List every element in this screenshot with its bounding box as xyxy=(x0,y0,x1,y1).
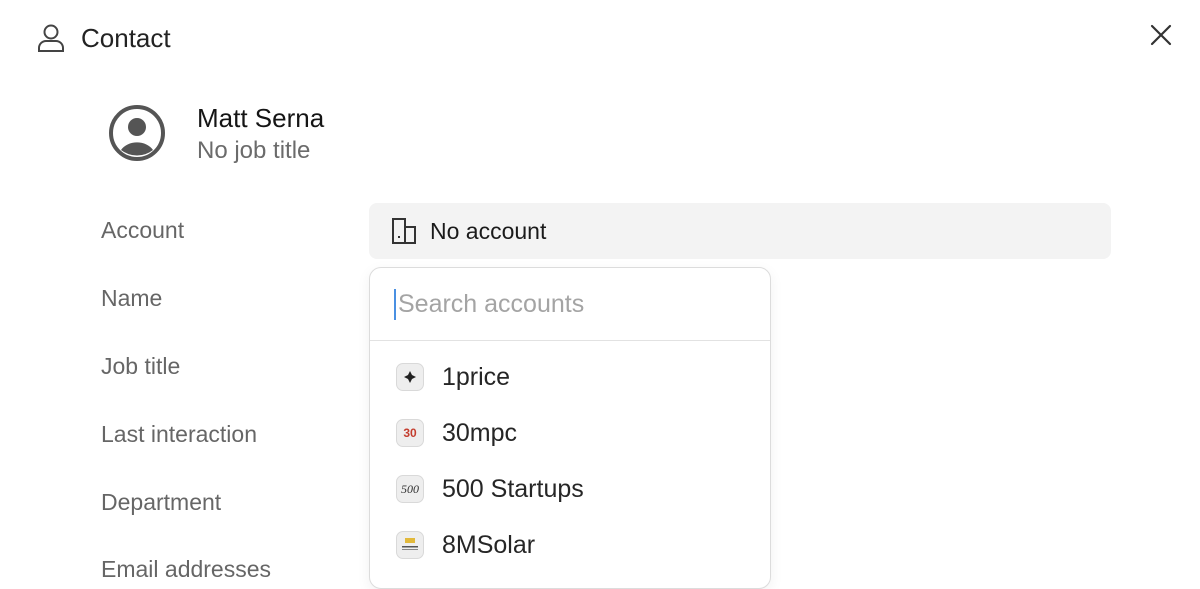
department-label: Department xyxy=(101,489,222,515)
email-addresses-label: Email addresses xyxy=(101,556,272,582)
contact-name: Matt Serna xyxy=(197,103,325,133)
last-interaction-label: Last interaction xyxy=(101,421,257,447)
account-list: 1price 30 30mpc 500 500 Startups 8MSolar xyxy=(370,341,770,573)
panel-title: Contact xyxy=(81,22,171,53)
500-startups-logo-icon: 500 xyxy=(396,475,424,503)
account-name: 500 Startups xyxy=(442,474,584,503)
account-name: 8MSolar xyxy=(442,530,536,559)
list-item[interactable]: 1price xyxy=(370,349,770,405)
list-item[interactable]: 500 500 Startups xyxy=(370,461,770,517)
user-circle-icon xyxy=(108,104,166,162)
close-icon[interactable] xyxy=(1150,24,1172,51)
name-label: Name xyxy=(101,285,163,311)
8msolar-logo-icon xyxy=(396,531,424,559)
1price-logo-icon xyxy=(396,363,424,391)
account-name: 1price xyxy=(442,362,511,391)
account-dropdown: 1price 30 30mpc 500 500 Startups 8MSolar xyxy=(369,267,771,589)
search-row xyxy=(370,268,770,341)
search-accounts-input[interactable] xyxy=(394,288,740,320)
account-name: 30mpc xyxy=(442,418,518,447)
job-title-label: Job title xyxy=(101,353,181,379)
person-icon xyxy=(36,23,66,53)
contact-job-title: No job title xyxy=(197,137,311,164)
contact-profile: Matt Serna No job title xyxy=(108,103,325,167)
account-select[interactable]: No account xyxy=(369,203,1111,259)
30mpc-logo-icon: 30 xyxy=(396,419,424,447)
list-item[interactable]: 8MSolar xyxy=(370,517,770,573)
building-icon xyxy=(390,217,418,245)
account-value: No account xyxy=(430,217,547,244)
list-item[interactable]: 30 30mpc xyxy=(370,405,770,461)
close-button[interactable] xyxy=(1146,22,1176,52)
panel-header: Contact xyxy=(36,18,171,58)
account-label: Account xyxy=(101,217,185,243)
